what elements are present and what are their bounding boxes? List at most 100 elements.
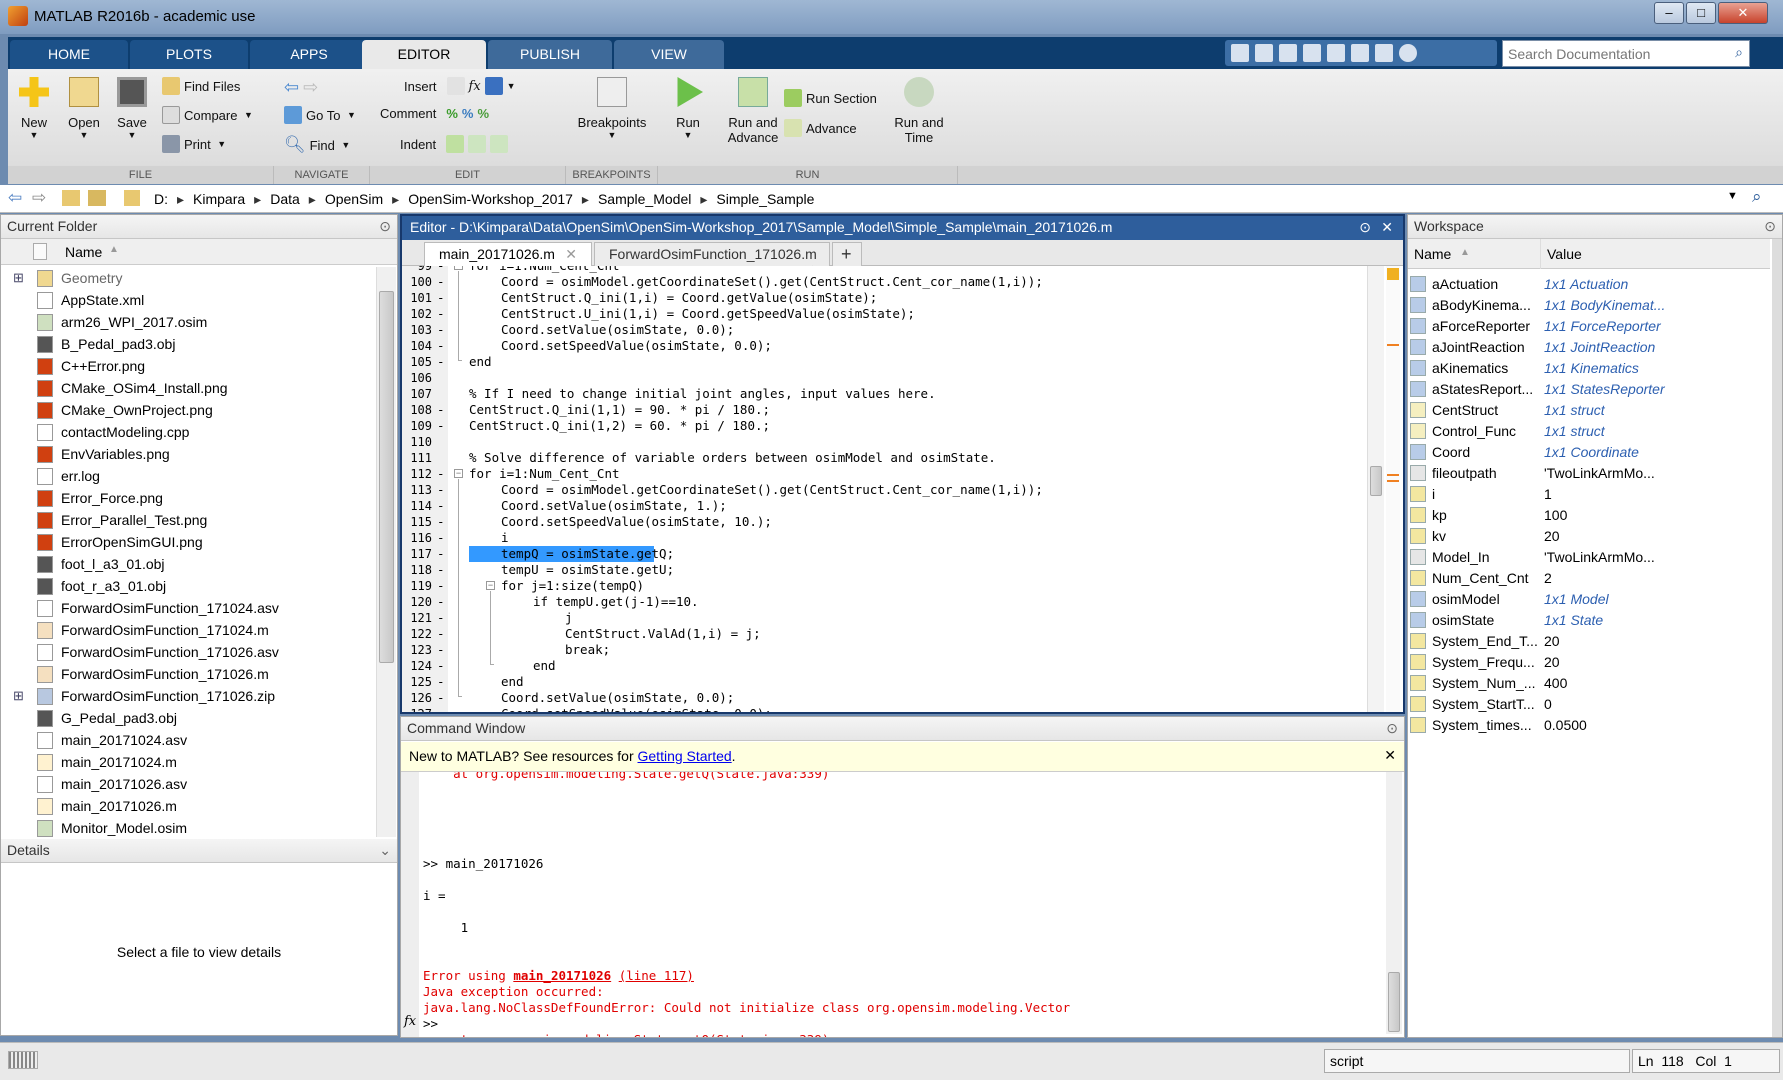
breakpoint-slot[interactable]: - [437, 274, 445, 290]
run-button[interactable]: Run ▼ [668, 77, 708, 140]
comment-button[interactable]: Comment%%% [380, 106, 489, 121]
collapse-chevron-icon[interactable]: ⌄ [379, 842, 391, 859]
back-icon[interactable]: ⇦ [8, 188, 22, 208]
code-line[interactable]: 126- Coord.setValue(osimState, 0.0); [402, 690, 1382, 706]
editor-tab-forward[interactable]: ForwardOsimFunction_171026.m✕ [594, 242, 830, 278]
workspace-variable[interactable]: aKinematics 1x1 Kinematics [1410, 357, 1750, 378]
code-line[interactable]: 99- for i=1:Num_Cent_Cnt [402, 266, 1382, 274]
file-list-scrollbar[interactable] [376, 267, 396, 837]
workspace-variable[interactable]: osimState 1x1 State [1410, 609, 1750, 630]
line-number[interactable]: 123 [402, 642, 432, 658]
expand-icon[interactable]: ⊞ [13, 688, 24, 704]
breadcrumb-item[interactable]: Simple_Sample [710, 191, 820, 208]
code-line[interactable]: 106 [402, 370, 1382, 386]
code-line[interactable]: 120- if tempU.get(j-1)==10. [402, 594, 1382, 610]
editor-tab-main[interactable]: main_20171026.m ✕ [424, 242, 592, 266]
chevron-down-icon[interactable]: ▼ [1727, 190, 1738, 202]
compare-button[interactable]: Compare ▼ [162, 106, 253, 124]
line-number[interactable]: 102 [402, 306, 432, 322]
fx-icon[interactable]: fx [469, 79, 481, 94]
undo-icon[interactable] [1327, 44, 1345, 62]
file-item[interactable]: main_20171024.asv [1, 729, 187, 751]
breadcrumb-item[interactable]: Data [264, 191, 306, 208]
arrow-right-icon[interactable]: ⇨ [303, 77, 318, 98]
copy-icon[interactable] [1279, 44, 1297, 62]
workspace-variable[interactable]: kp 100 [1410, 504, 1750, 525]
workspace-variable[interactable]: aJointReaction 1x1 JointReaction [1410, 336, 1750, 357]
code-line[interactable]: 119- for j=1:size(tempQ) [402, 578, 1382, 594]
warning-indicator-icon[interactable] [1387, 268, 1399, 280]
breadcrumb-item[interactable]: Sample_Model [592, 191, 697, 208]
smart-indent-icon[interactable] [446, 135, 465, 153]
code-line[interactable]: 100- Coord = osimModel.getCoordinateSet()… [402, 274, 1382, 290]
breakpoint-slot[interactable]: - [437, 418, 445, 434]
status-grip-icon[interactable] [8, 1051, 38, 1069]
code-line[interactable]: 101- CentStruct.Q_ini(1,i) = Coord.getVal… [402, 290, 1382, 306]
breadcrumb-separator-icon[interactable]: ▸ [389, 191, 402, 208]
breadcrumb-item[interactable]: D: [148, 191, 174, 208]
workspace-variable[interactable]: System_StartT... 0 [1410, 693, 1750, 714]
breadcrumb-item[interactable]: OpenSim-Workshop_2017 [402, 191, 579, 208]
code-line[interactable]: 103- Coord.setValue(osimState, 0.0); [402, 322, 1382, 338]
print-button[interactable]: Print ▼ [162, 135, 226, 153]
file-item[interactable]: foot_l_a3_01.obj [1, 553, 165, 575]
file-item[interactable]: EnvVariables.png [1, 443, 170, 465]
panel-menu-icon[interactable]: ⊙ [1359, 219, 1371, 236]
indent-button[interactable]: Indent [400, 135, 509, 153]
code-line[interactable]: 117- tempQ = osimState.getQ; [402, 546, 1382, 562]
workspace-variable[interactable]: Num_Cent_Cnt 2 [1410, 567, 1750, 588]
breadcrumb-item[interactable]: OpenSim [319, 191, 389, 208]
breakpoint-slot[interactable]: - [437, 514, 445, 530]
insert-function-icon[interactable] [484, 77, 503, 95]
tab-apps[interactable]: APPS [250, 40, 368, 69]
breakpoint-slot[interactable]: - [437, 626, 445, 642]
breakpoint-slot[interactable]: - [437, 306, 445, 322]
line-number[interactable]: 105 [402, 354, 432, 370]
function-browser-icon[interactable]: fx [404, 1014, 416, 1029]
code-line[interactable]: 111 % Solve difference of variable orders… [402, 450, 1382, 466]
browse-folder-icon[interactable] [88, 190, 106, 206]
breakpoint-slot[interactable]: - [437, 498, 445, 514]
code-line[interactable]: 105- end [402, 354, 1382, 370]
workspace-variable[interactable]: Model_In 'TwoLinkArmMo... [1410, 546, 1750, 567]
line-number[interactable]: 109 [402, 418, 432, 434]
line-number[interactable]: 99 [402, 266, 432, 274]
find-files-button[interactable]: Find Files [162, 77, 240, 95]
workspace-variable[interactable]: fileoutpath 'TwoLinkArmMo... [1410, 462, 1750, 483]
insert-button[interactable]: Insert fx ▼ [404, 77, 516, 95]
redo-icon[interactable] [1351, 44, 1369, 62]
line-number[interactable]: 107 [402, 386, 432, 402]
line-number[interactable]: 100 [402, 274, 432, 290]
breakpoint-slot[interactable]: - [437, 290, 445, 306]
advance-button[interactable]: Advance [784, 119, 857, 137]
code-line[interactable]: 125- end [402, 674, 1382, 690]
breakpoints-button[interactable]: Breakpoints ▼ [572, 77, 652, 140]
code-area[interactable]: 99-for i=1:Num_Cent_Cnt100-Coord = osimM… [402, 266, 1402, 712]
command-prompt[interactable]: >> [423, 1016, 438, 1031]
file-item[interactable]: foot_r_a3_01.obj [1, 575, 166, 597]
line-number[interactable]: 103 [402, 322, 432, 338]
code-line[interactable]: 116- i [402, 530, 1382, 546]
line-number[interactable]: 110 [402, 434, 432, 450]
breadcrumb-separator-icon[interactable]: ▸ [251, 191, 264, 208]
fold-toggle-icon[interactable]: − [454, 469, 463, 478]
getting-started-link[interactable]: Getting Started [638, 748, 732, 764]
workspace-variable[interactable]: Control_Func 1x1 struct [1410, 420, 1750, 441]
file-item[interactable]: AppState.xml [1, 289, 144, 311]
line-number[interactable]: 124 [402, 658, 432, 674]
warning-marker[interactable] [1387, 474, 1399, 476]
file-item[interactable]: Error_Force.png [1, 487, 163, 509]
code-line[interactable]: 102- CentStruct.U_ini(1,i) = Coord.getSpe… [402, 306, 1382, 322]
new-tab-button[interactable]: + [832, 242, 862, 266]
breadcrumb-separator-icon[interactable]: ▸ [306, 191, 319, 208]
forward-icon[interactable]: ⇨ [32, 188, 46, 208]
code-line[interactable]: 104- Coord.setSpeedValue(osimState, 0.0); [402, 338, 1382, 354]
breakpoint-slot[interactable]: - [437, 466, 445, 482]
code-line[interactable]: 122- CentStruct.ValAd(1,i) = j; [402, 626, 1382, 642]
file-item[interactable]: CMake_OSim4_Install.png [1, 377, 228, 399]
breakpoint-slot[interactable]: - [437, 674, 445, 690]
warning-marker[interactable] [1387, 480, 1399, 482]
line-number[interactable]: 104 [402, 338, 432, 354]
run-and-time-button[interactable]: Run and Time [894, 77, 944, 145]
wrap-comments-icon[interactable]: % [477, 106, 489, 121]
